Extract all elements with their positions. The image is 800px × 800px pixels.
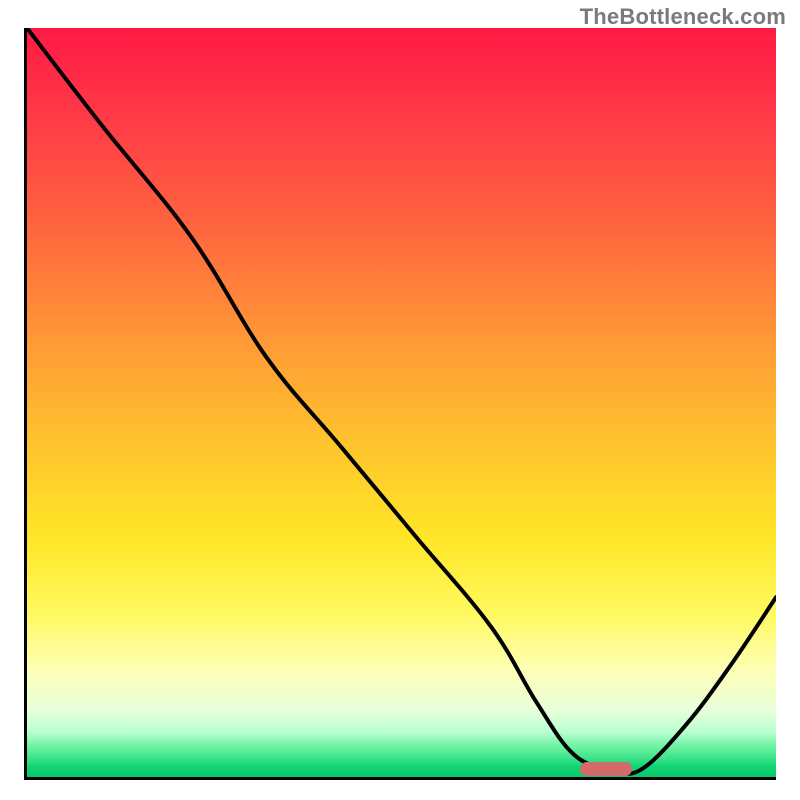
plot-area	[24, 28, 776, 780]
optimal-marker	[580, 762, 632, 776]
chart-container: TheBottleneck.com	[0, 0, 800, 800]
bottleneck-curve	[27, 28, 776, 777]
watermark-text: TheBottleneck.com	[580, 4, 786, 30]
